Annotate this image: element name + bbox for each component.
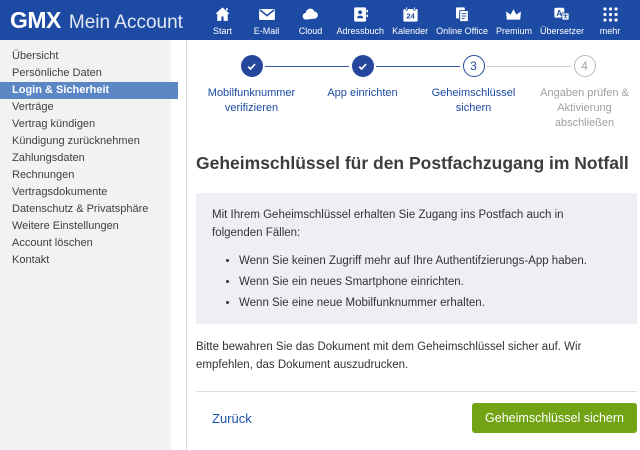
topnav-item-uebersetzer[interactable]: A Übersetzer — [536, 2, 588, 38]
topnav-label: Adressbuch — [337, 26, 385, 36]
page-title: Geheimschlüssel für den Postfachzugang i… — [196, 153, 634, 174]
check-icon — [356, 60, 369, 73]
footer-actions: Zurück Geheimschlüssel sichern — [196, 403, 637, 433]
wizard-stepper: Mobilfunknummer verifizieren App einrich… — [196, 55, 640, 131]
info-box: Mit Ihrem Geheimschlüssel erhalten Sie Z… — [196, 193, 637, 324]
envelope-icon — [257, 5, 277, 24]
home-icon — [213, 5, 232, 24]
topbar: GMX Mein Account Start E-Mail Cloud — [0, 0, 640, 40]
topnav-label: mehr — [600, 26, 621, 36]
topnav-label: E-Mail — [254, 26, 280, 36]
note-text: Bitte bewahren Sie das Dokument mit dem … — [196, 338, 637, 374]
brand-suffix: Mein Account — [69, 12, 183, 34]
sidebar-item-uebersicht[interactable]: Übersicht — [0, 48, 171, 65]
topnav-label: Online Office — [436, 26, 488, 36]
topnav-item-cloud[interactable]: Cloud — [289, 2, 333, 38]
grid-icon — [601, 5, 620, 24]
address-book-icon — [351, 5, 370, 24]
documents-icon — [452, 5, 472, 24]
step-4-number-circle: 4 — [574, 55, 596, 77]
topnav-item-email[interactable]: E-Mail — [245, 2, 289, 38]
topnav-item-online-office[interactable]: Online Office — [432, 2, 492, 38]
topnav-label: Premium — [496, 26, 532, 36]
topnav-label: Cloud — [299, 26, 323, 36]
calendar-icon: 24 — [401, 5, 420, 24]
sidebar-item-zahlungsdaten[interactable]: Zahlungsdaten — [0, 150, 171, 167]
step-label: Mobilfunknummer verifizieren — [198, 86, 306, 116]
step-1-check-circle — [241, 55, 263, 77]
sidebar-item-kuendigung-zuruecknehmen[interactable]: Kündigung zurücknehmen — [0, 133, 171, 150]
check-icon — [245, 60, 258, 73]
step-label: Angaben prüfen & Aktivierung abschließen — [531, 86, 639, 131]
cloud-icon — [300, 5, 321, 24]
gmx-logo[interactable]: GMX Mein Account — [10, 7, 183, 34]
step-label: Geheimschlüssel sichern — [420, 86, 528, 116]
sidebar-item-datenschutz[interactable]: Datenschutz & Privatsphäre — [0, 201, 171, 218]
sidebar-item-vertraege[interactable]: Verträge — [0, 99, 171, 116]
topnav-label: Start — [213, 26, 232, 36]
info-box-bullet-list: Wenn Sie keinen Zugriff mehr auf Ihre Au… — [212, 255, 621, 309]
back-link[interactable]: Zurück — [212, 411, 252, 426]
topnav-item-kalender[interactable]: 24 Kalender — [388, 2, 432, 38]
crown-icon — [503, 5, 524, 24]
brand-name: GMX — [10, 7, 61, 34]
topnav-label: Übersetzer — [540, 26, 584, 36]
save-secret-key-button[interactable]: Geheimschlüssel sichern — [472, 403, 637, 433]
footer-divider — [196, 391, 637, 392]
stepper-connector — [265, 66, 349, 67]
sidebar-item-persoenliche-daten[interactable]: Persönliche Daten — [0, 65, 171, 82]
sidebar-item-kontakt[interactable]: Kontakt — [0, 252, 171, 269]
sidebar-item-login-sicherheit[interactable]: Login & Sicherheit — [0, 82, 178, 99]
sidebar-item-weitere-einstellungen[interactable]: Weitere Einstellungen — [0, 218, 171, 235]
topnav-item-mehr[interactable]: mehr — [588, 2, 632, 38]
sidebar-item-rechnungen[interactable]: Rechnungen — [0, 167, 171, 184]
topnav-item-start[interactable]: Start — [201, 2, 245, 38]
topnav: Start E-Mail Cloud Adressbuch — [201, 2, 632, 38]
topnav-label: Kalender — [392, 26, 428, 36]
sidebar: Übersicht Persönliche Daten Login & Sich… — [0, 40, 171, 450]
list-item: Wenn Sie keinen Zugriff mehr auf Ihre Au… — [239, 255, 621, 267]
step-3-number-circle: 3 — [463, 55, 485, 77]
stepper-connector — [376, 66, 460, 67]
main-content: Mobilfunknummer verifizieren App einrich… — [187, 40, 640, 450]
stepper-connector — [487, 66, 571, 67]
list-item: Wenn Sie eine neue Mobilfunknummer erhal… — [239, 297, 621, 309]
step-label: App einrichten — [327, 86, 397, 101]
translator-icon: A — [551, 5, 572, 24]
sidebar-item-account-loeschen[interactable]: Account löschen — [0, 235, 171, 252]
sidebar-item-vertragsdokumente[interactable]: Vertragsdokumente — [0, 184, 171, 201]
list-item: Wenn Sie ein neues Smartphone einrichten… — [239, 276, 621, 288]
topnav-item-premium[interactable]: Premium — [492, 2, 536, 38]
calendar-day-number: 24 — [406, 12, 415, 21]
step-2-check-circle — [352, 55, 374, 77]
sidebar-item-vertrag-kuendigen[interactable]: Vertrag kündigen — [0, 116, 171, 133]
info-box-intro: Mit Ihrem Geheimschlüssel erhalten Sie Z… — [212, 206, 612, 242]
topnav-item-adressbuch[interactable]: Adressbuch — [333, 2, 389, 38]
